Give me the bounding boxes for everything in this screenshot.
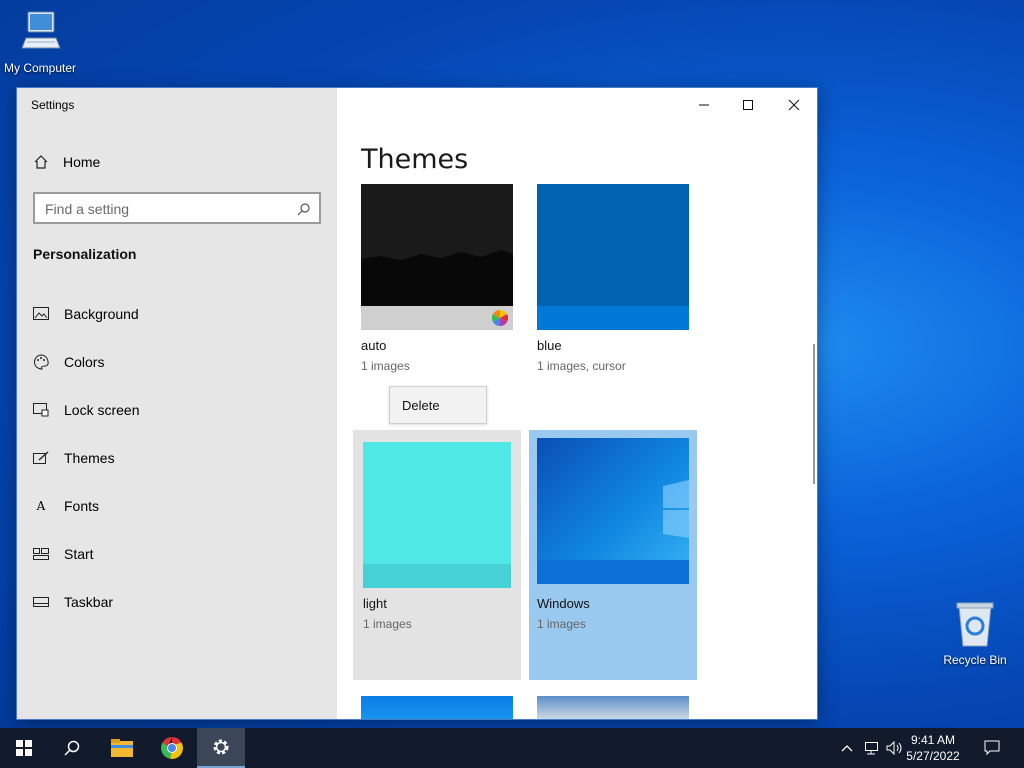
fonts-icon: A — [36, 499, 46, 513]
theme-tile-partial-2[interactable] — [537, 696, 689, 719]
start-icon — [33, 546, 49, 562]
settings-icon — [213, 739, 229, 755]
sidebar-item-label: Fonts — [64, 498, 100, 514]
themes-icon — [33, 450, 49, 466]
main-content: Themes auto 1 images blue 1 images, curs… — [337, 88, 817, 719]
theme-subtitle: 1 images — [537, 617, 586, 631]
windows-logo-icon — [16, 740, 32, 756]
file-explorer-button[interactable] — [98, 728, 146, 768]
sidebar-item-home[interactable]: Home — [33, 152, 100, 172]
sidebar-item-taskbar[interactable]: Taskbar — [33, 590, 323, 614]
palette-icon — [33, 354, 49, 370]
maximize-icon — [743, 100, 753, 110]
sidebar-item-start[interactable]: Start — [33, 542, 323, 566]
sidebar-item-label: Background — [64, 306, 139, 322]
background-icon — [33, 306, 49, 322]
sidebar-item-background[interactable]: Background — [33, 302, 323, 326]
sidebar-item-label: Taskbar — [64, 594, 114, 610]
theme-name: Windows — [537, 596, 590, 611]
computer-icon — [0, 8, 80, 59]
theme-thumbnail — [537, 184, 689, 330]
show-hidden-icons-button[interactable] — [838, 728, 856, 768]
sidebar-item-themes[interactable]: Themes — [33, 446, 323, 470]
theme-tile-blue[interactable]: blue 1 images, cursor — [529, 176, 697, 426]
sidebar-item-label: Themes — [64, 450, 115, 466]
desktop-icon-my-computer[interactable]: My Computer — [0, 8, 80, 75]
chrome-icon — [161, 737, 183, 759]
minimize-icon — [699, 104, 709, 106]
action-center-button[interactable] — [980, 728, 1004, 768]
settings-taskbar-button[interactable] — [197, 728, 245, 768]
theme-thumbnail — [361, 184, 513, 306]
clock[interactable]: 9:41 AM 5/27/2022 — [900, 732, 966, 764]
theme-name: auto — [361, 338, 387, 353]
minimize-button[interactable] — [694, 96, 714, 114]
delete-button[interactable]: Delete — [389, 386, 487, 424]
sidebar-item-label: Colors — [64, 354, 105, 370]
network-button[interactable] — [862, 728, 882, 768]
search-placeholder: Find a setting — [45, 201, 130, 217]
scrollbar[interactable] — [813, 344, 815, 484]
search-icon — [64, 740, 80, 756]
home-label: Home — [63, 154, 101, 170]
section-title: Personalization — [33, 246, 137, 262]
color-wheel-icon — [491, 309, 509, 331]
recycle-bin-icon — [935, 600, 1015, 651]
sidebar-item-lock-screen[interactable]: Lock screen — [33, 398, 323, 422]
theme-tile-partial-1[interactable] — [361, 696, 513, 719]
sidebar-item-label: Lock screen — [64, 402, 140, 418]
close-icon — [788, 99, 800, 111]
theme-thumbnail — [537, 438, 689, 584]
search-input[interactable]: Find a setting — [33, 192, 321, 224]
theme-name: blue — [537, 338, 562, 353]
page-title: Themes — [361, 144, 469, 175]
theme-tile-windows[interactable]: Windows 1 images — [529, 430, 697, 680]
desktop-icon-recycle-bin[interactable]: Recycle Bin — [935, 600, 1015, 667]
close-button[interactable] — [784, 96, 804, 114]
sidebar-item-fonts[interactable]: A Fonts — [33, 494, 323, 518]
maximize-button[interactable] — [738, 96, 758, 114]
home-icon — [33, 154, 49, 170]
sidebar-item-label: Start — [64, 546, 94, 562]
theme-subtitle: 1 images, cursor — [537, 359, 626, 373]
clock-date: 5/27/2022 — [906, 749, 960, 763]
settings-window: Settings Home Find a setting Personaliza… — [16, 87, 818, 720]
theme-subtitle: 1 images — [361, 359, 410, 373]
file-explorer-icon — [111, 739, 133, 757]
sidebar: Settings Home Find a setting Personaliza… — [17, 88, 337, 719]
theme-subtitle: 1 images — [363, 617, 412, 631]
desktop-icon-label: Recycle Bin — [943, 653, 1007, 667]
chevron-up-icon — [841, 745, 853, 752]
theme-thumbnail — [363, 442, 511, 588]
search-button[interactable] — [48, 728, 96, 768]
clock-time: 9:41 AM — [910, 733, 956, 747]
taskbar-icon — [33, 594, 49, 610]
network-icon — [865, 742, 878, 755]
desktop-icon-label: My Computer — [3, 61, 77, 75]
theme-tile-light[interactable]: light 1 images — [353, 430, 521, 680]
window-title: Settings — [31, 98, 75, 112]
theme-name: light — [363, 596, 387, 611]
taskbar: 9:41 AM 5/27/2022 — [0, 728, 1024, 768]
notification-icon — [984, 740, 1000, 756]
chrome-button[interactable] — [148, 728, 196, 768]
sidebar-item-colors[interactable]: Colors — [33, 350, 323, 374]
search-icon — [297, 202, 311, 221]
lock-screen-icon — [33, 402, 49, 418]
start-button[interactable] — [0, 728, 48, 768]
